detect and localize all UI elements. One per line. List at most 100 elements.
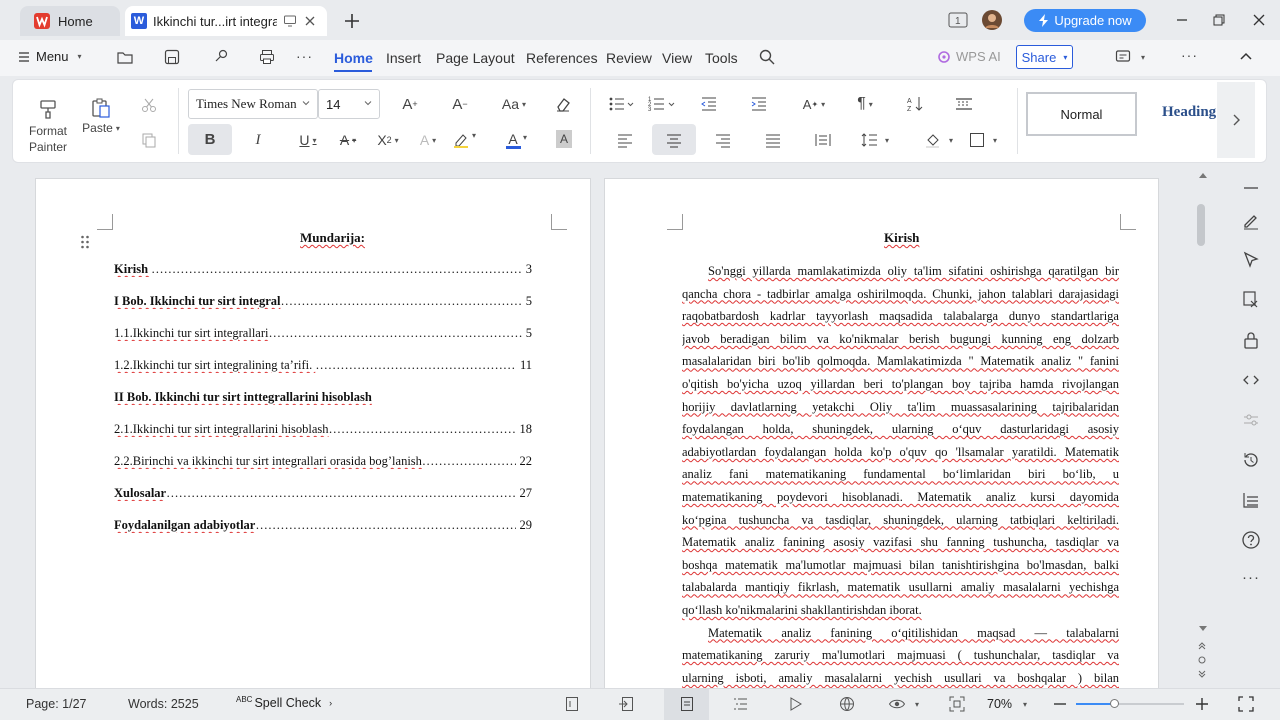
shading-button[interactable]: ▾	[924, 131, 953, 149]
upgrade-now-button[interactable]: Upgrade now	[1024, 9, 1146, 32]
menu-tab-insert[interactable]: Insert	[386, 50, 421, 66]
share-link-icon[interactable]	[212, 48, 230, 66]
clear-format-icon[interactable]	[554, 95, 572, 113]
menu-tab-references[interactable]: References	[526, 50, 598, 66]
drag-handle-icon[interactable]	[80, 234, 90, 250]
increase-font-icon[interactable]: A +	[398, 92, 422, 116]
increase-indent-icon[interactable]	[750, 95, 768, 113]
style-heading[interactable]: Heading	[1162, 104, 1216, 121]
help-icon[interactable]	[1240, 529, 1262, 551]
bold-button[interactable]: B	[188, 124, 232, 155]
edit-pen-icon[interactable]	[1240, 210, 1262, 232]
line-spacing-button[interactable]: ▾	[860, 131, 889, 149]
outline-view-icon[interactable]	[731, 695, 749, 713]
tab-home[interactable]: Home	[20, 6, 120, 36]
chevron-down-icon[interactable]: ▾	[523, 133, 527, 142]
menu-tab-home[interactable]: Home	[334, 50, 373, 66]
show-marks-button[interactable]: ¶ ▾	[848, 92, 882, 116]
close-tab-icon[interactable]	[303, 14, 317, 28]
comments-button[interactable]: ▾	[1114, 48, 1145, 66]
borders-button[interactable]: ▾	[968, 131, 997, 149]
collapse-ribbon-icon[interactable]	[1238, 49, 1254, 65]
align-center-button[interactable]	[652, 124, 696, 155]
document-compare-icon[interactable]	[563, 695, 581, 713]
scrollbar-thumb[interactable]	[1197, 204, 1205, 246]
monitor-icon[interactable]	[283, 14, 297, 28]
share-button[interactable]: Share ▾	[1016, 45, 1073, 69]
styles-next-button[interactable]	[1217, 82, 1255, 158]
font-size-field[interactable]: 14	[318, 89, 380, 119]
zoom-level-dropdown[interactable]: 70% ▾	[987, 697, 1027, 711]
word-count[interactable]: Words: 2525	[128, 697, 199, 711]
zoom-out-icon[interactable]	[1051, 695, 1069, 713]
superscript-button[interactable]: X 2 ▾	[372, 128, 404, 152]
fit-page-icon[interactable]	[948, 695, 966, 713]
select-cursor-icon[interactable]	[1240, 249, 1262, 271]
text-direction-button[interactable]: A ✦ ▾	[796, 92, 832, 116]
next-page-icon[interactable]	[1197, 670, 1207, 680]
font-name-field[interactable]: Times New Roman	[188, 89, 318, 119]
window-count-icon[interactable]: 1	[948, 11, 968, 29]
strikethrough-button[interactable]: A ▾	[332, 128, 364, 152]
collapse-panel-icon[interactable]	[1240, 177, 1262, 199]
align-left-icon[interactable]	[616, 131, 634, 149]
fullscreen-icon[interactable]	[1237, 695, 1255, 713]
spell-check-button[interactable]: ABC Spell Check ›	[236, 696, 332, 711]
lock-icon[interactable]	[1240, 329, 1262, 351]
search-icon[interactable]	[758, 48, 776, 66]
menu-tab-view[interactable]: View	[662, 50, 692, 66]
export-icon[interactable]	[617, 695, 635, 713]
new-tab-icon[interactable]	[343, 12, 361, 30]
decrease-indent-icon[interactable]	[700, 95, 718, 113]
align-right-icon[interactable]	[714, 131, 732, 149]
tab-document[interactable]: W Ikkinchi tur...irt integral	[125, 6, 327, 36]
sort-icon[interactable]: AZ	[906, 95, 924, 113]
columns-icon[interactable]	[955, 95, 973, 113]
highlight-icon[interactable]	[452, 131, 470, 149]
italic-button[interactable]: I	[248, 128, 268, 152]
paste-button[interactable]: Paste ▾	[80, 94, 122, 138]
more-icon[interactable]: ···	[1240, 569, 1262, 591]
style-normal[interactable]: Normal	[1026, 92, 1137, 136]
decrease-font-icon[interactable]: A −	[448, 92, 472, 116]
print-icon[interactable]	[258, 48, 276, 66]
zoom-in-icon[interactable]	[1193, 695, 1211, 713]
distributed-align-icon[interactable]	[814, 131, 832, 149]
menu-button[interactable]: Menu ▾	[18, 49, 82, 64]
close-window-icon[interactable]	[1251, 12, 1267, 28]
menu-tab-tools[interactable]: Tools	[705, 50, 738, 66]
wps-ai-button[interactable]: WPS AI	[937, 49, 1001, 64]
scroll-down-icon[interactable]	[1199, 626, 1207, 632]
print-layout-icon[interactable]	[678, 695, 696, 713]
chevron-down-icon[interactable]: ▾	[472, 131, 476, 140]
bullet-list-icon[interactable]	[608, 95, 634, 113]
previous-page-icon[interactable]	[1197, 640, 1207, 650]
save-icon[interactable]	[163, 48, 181, 66]
convert-icon[interactable]	[1240, 289, 1262, 311]
scroll-up-icon[interactable]	[1199, 172, 1207, 178]
minimize-icon[interactable]	[1174, 12, 1190, 28]
outline-icon[interactable]	[1240, 489, 1262, 511]
change-case-icon[interactable]: Aa ▾	[496, 92, 532, 116]
menu-tab-review[interactable]: Review	[606, 50, 652, 66]
numbered-list-icon[interactable]: 123	[648, 95, 676, 113]
menu-tab-page-layout[interactable]: Page Layout	[436, 50, 515, 66]
zoom-slider-handle[interactable]	[1110, 699, 1119, 708]
web-layout-icon[interactable]	[838, 695, 856, 713]
justify-icon[interactable]	[764, 131, 782, 149]
sliders-icon[interactable]	[1240, 409, 1262, 431]
cut-icon[interactable]	[140, 96, 158, 114]
text-effect-button[interactable]: A ▾	[412, 128, 444, 152]
copy-icon[interactable]	[140, 131, 158, 149]
more-icon[interactable]: ···	[1181, 47, 1198, 63]
history-icon[interactable]	[1240, 449, 1262, 471]
open-folder-icon[interactable]	[116, 48, 134, 66]
more-options-icon[interactable]: ···	[296, 48, 313, 64]
character-shading-button[interactable]: A	[556, 130, 572, 148]
code-icon[interactable]	[1240, 369, 1262, 391]
underline-button[interactable]: U ▾	[292, 128, 324, 152]
eye-protection-button[interactable]: ▾	[888, 695, 919, 713]
restore-icon[interactable]	[1211, 12, 1227, 28]
browse-object-icon[interactable]	[1197, 655, 1207, 665]
play-icon[interactable]	[786, 695, 804, 713]
